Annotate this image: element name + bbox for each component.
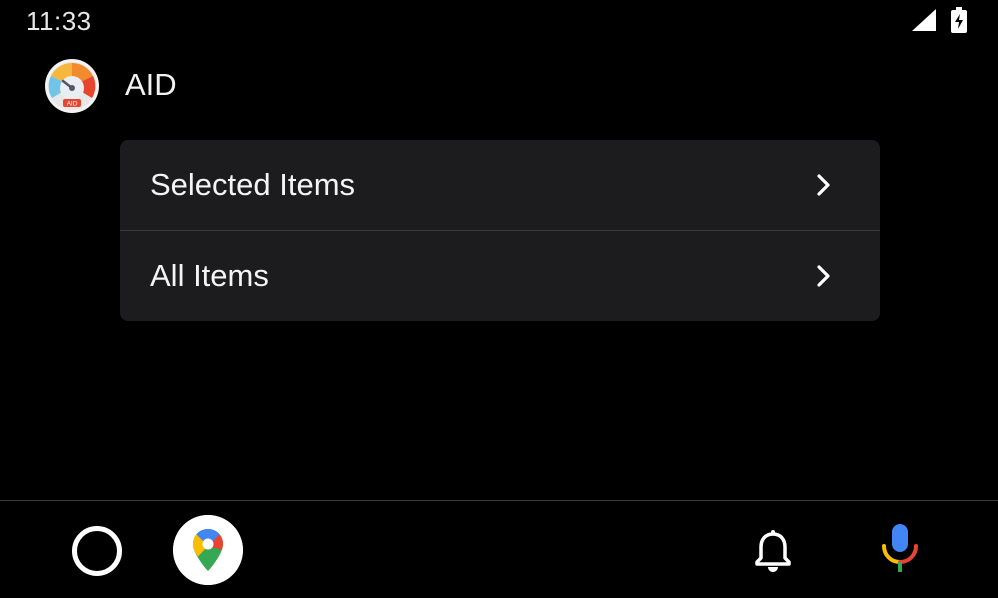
bottom-navigation-bar bbox=[0, 500, 998, 598]
menu-card: Selected Items All Items bbox=[120, 140, 880, 321]
menu-item-all-items[interactable]: All Items bbox=[120, 230, 880, 321]
svg-text:AID: AID bbox=[67, 101, 78, 108]
chevron-right-icon bbox=[817, 174, 830, 196]
signal-icon bbox=[912, 9, 936, 31]
app-title: AID bbox=[125, 67, 177, 102]
menu-item-label: All Items bbox=[150, 258, 269, 293]
bell-icon[interactable] bbox=[754, 528, 792, 572]
battery-charging-icon bbox=[951, 7, 967, 33]
menu-item-label: Selected Items bbox=[150, 167, 356, 202]
menu-item-selected-items[interactable]: Selected Items bbox=[120, 140, 880, 230]
home-circle-icon bbox=[83, 537, 111, 565]
chevron-right-icon bbox=[817, 265, 830, 287]
google-maps-icon[interactable] bbox=[173, 515, 243, 585]
app-logo-icon: AID bbox=[45, 59, 99, 113]
home-button[interactable] bbox=[72, 526, 122, 576]
status-time: 11:33 bbox=[26, 6, 92, 36]
microphone-icon[interactable] bbox=[878, 522, 922, 574]
